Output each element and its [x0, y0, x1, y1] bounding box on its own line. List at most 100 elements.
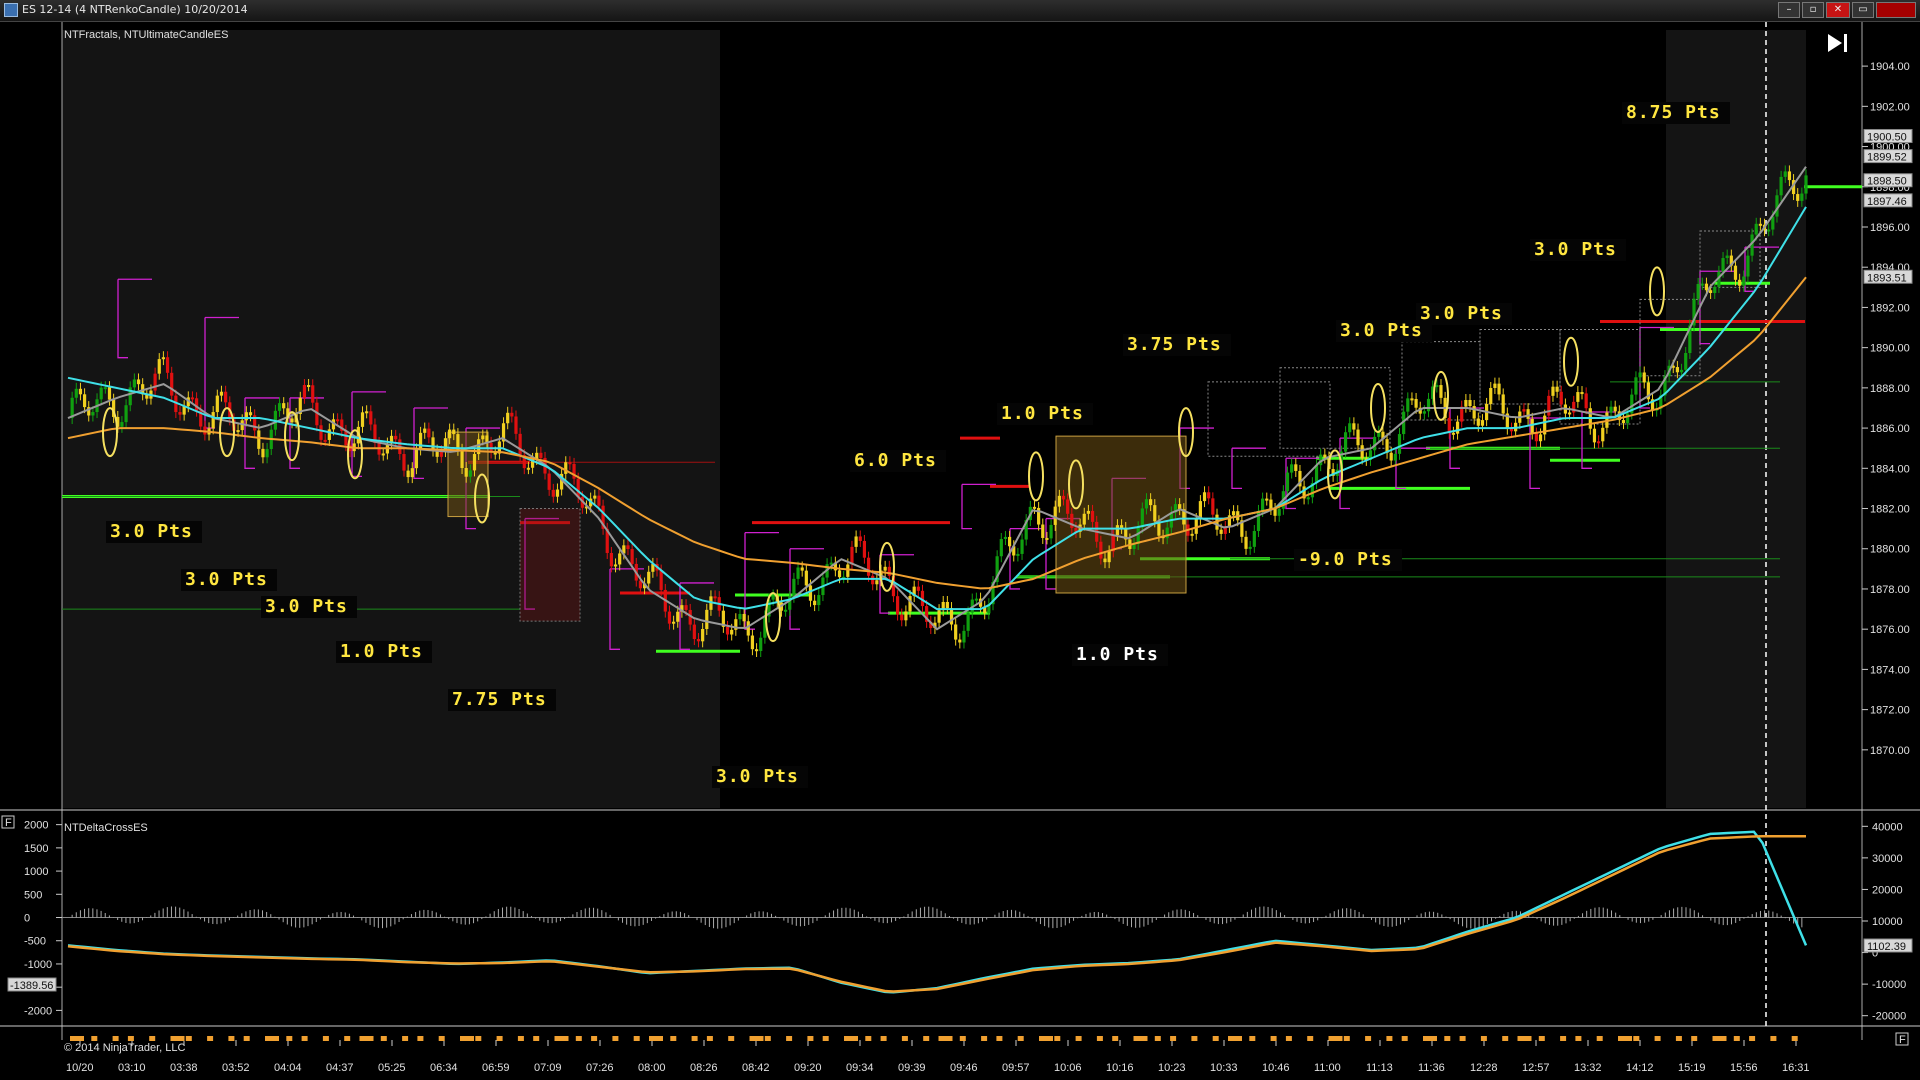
- candle-body: [1804, 175, 1808, 194]
- candle-body: [871, 575, 875, 585]
- candle-body: [1115, 525, 1120, 536]
- candle-body: [211, 412, 215, 429]
- price-tick-label: 1882.00: [1870, 504, 1910, 516]
- session-dot: [286, 1036, 293, 1041]
- candle-body: [713, 596, 717, 599]
- candle-body: [306, 385, 311, 388]
- candle-body: [506, 412, 510, 424]
- delta-right-tick-label: -10000: [1872, 979, 1906, 991]
- session-dot: [1343, 1036, 1350, 1041]
- candle-body: [904, 611, 908, 621]
- candle-body: [1178, 504, 1182, 510]
- bottom-dots: [70, 1036, 1798, 1041]
- price-tick-label: 1904.00: [1870, 61, 1910, 73]
- session-dot: [981, 1036, 988, 1041]
- time-tick-label: 04:37: [326, 1062, 354, 1074]
- candle-body: [153, 373, 157, 391]
- candle-body: [555, 489, 560, 497]
- candle-body: [1202, 492, 1207, 502]
- candle-body: [448, 429, 452, 439]
- time-tick-label: 06:34: [430, 1062, 458, 1074]
- candle-body: [423, 428, 427, 433]
- fractal-step: [1449, 407, 1460, 469]
- candle-body: [916, 586, 920, 591]
- delta-right-tick-label: 40000: [1872, 821, 1903, 833]
- time-tick-label: 16:31: [1782, 1062, 1810, 1074]
- session-dot: [402, 1036, 409, 1041]
- chart-canvas[interactable]: NTFractals, NTUltimateCandleES NTDeltaCr…: [0, 0, 1920, 1080]
- play-icon-bar[interactable]: [1844, 34, 1847, 52]
- delta-last-tag-text: 1102.39: [1867, 941, 1906, 953]
- session-dot: [1423, 1036, 1437, 1041]
- candle-body: [730, 629, 734, 635]
- session-dot: [1096, 1036, 1103, 1041]
- session-dot: [1270, 1036, 1277, 1041]
- candle-body: [750, 635, 755, 650]
- candle-body: [725, 626, 730, 635]
- session-dot: [1733, 1036, 1740, 1041]
- candle-body: [866, 557, 871, 576]
- points-annotation: 3.0 Pts: [110, 521, 193, 542]
- signal-ellipse: [1649, 266, 1665, 317]
- session-dot: [1459, 1036, 1466, 1041]
- session-dot: [1112, 1036, 1119, 1041]
- points-annotation: 1.0 Pts: [1076, 644, 1159, 665]
- time-tick-label: 09:57: [1002, 1062, 1030, 1074]
- price-tick-label: 1880.00: [1870, 544, 1910, 556]
- points-annotation: 6.0 Pts: [854, 450, 937, 471]
- candle-body: [539, 452, 543, 458]
- candle-body: [1493, 383, 1497, 388]
- session-shade-late: [1666, 30, 1806, 808]
- candle-body: [410, 468, 414, 478]
- time-tick-label: 10:16: [1106, 1062, 1134, 1074]
- candle-body: [630, 549, 634, 564]
- play-icon-triangle[interactable]: [1828, 34, 1842, 52]
- session-dot: [901, 1036, 908, 1041]
- candle-body: [701, 628, 705, 642]
- candle-body: [1410, 398, 1414, 401]
- candle-body: [91, 412, 95, 416]
- candle-body: [1244, 536, 1248, 549]
- candle-body: [1580, 392, 1584, 395]
- session-dot: [1133, 1036, 1148, 1041]
- session-dot: [1560, 1036, 1567, 1041]
- candle-body: [1696, 283, 1700, 299]
- candle-body: [875, 580, 879, 585]
- candle-body: [792, 578, 796, 597]
- candle-body: [1207, 492, 1211, 499]
- candle-body: [1049, 524, 1053, 539]
- candle-body: [427, 428, 431, 438]
- candle-body: [1758, 223, 1762, 226]
- candle-body: [107, 387, 112, 400]
- play-icon[interactable]: [1828, 34, 1847, 52]
- candle-body: [597, 495, 601, 506]
- session-dot: [1075, 1036, 1082, 1041]
- session-dot: [322, 1036, 329, 1041]
- session-dot: [1538, 1036, 1545, 1041]
- session-dot: [844, 1036, 858, 1041]
- candle-body: [1090, 510, 1095, 522]
- candle-body: [1343, 432, 1348, 452]
- candle-body: [908, 596, 912, 612]
- candle-body: [1041, 524, 1045, 538]
- candle-body: [817, 595, 821, 606]
- candle-body: [1140, 508, 1144, 528]
- price-tick-label: 1890.00: [1870, 343, 1910, 355]
- session-dot: [228, 1036, 235, 1041]
- candle-body: [1700, 283, 1704, 286]
- time-tick-label: 06:59: [482, 1062, 510, 1074]
- candle-body: [472, 454, 477, 471]
- session-dot: [865, 1036, 872, 1041]
- candle-body: [1439, 385, 1443, 398]
- candle-body: [78, 388, 83, 395]
- candle-body: [1800, 193, 1804, 201]
- session-dot: [1675, 1036, 1682, 1041]
- candle-body: [327, 429, 331, 440]
- candle-body: [1061, 495, 1066, 500]
- price-tick-label: 1874.00: [1870, 664, 1910, 676]
- candle-body: [219, 391, 224, 396]
- candle-body: [1675, 367, 1680, 373]
- candle-body: [1626, 413, 1630, 424]
- candle-body: [1045, 537, 1049, 540]
- price-tick-label: 1870.00: [1870, 745, 1910, 757]
